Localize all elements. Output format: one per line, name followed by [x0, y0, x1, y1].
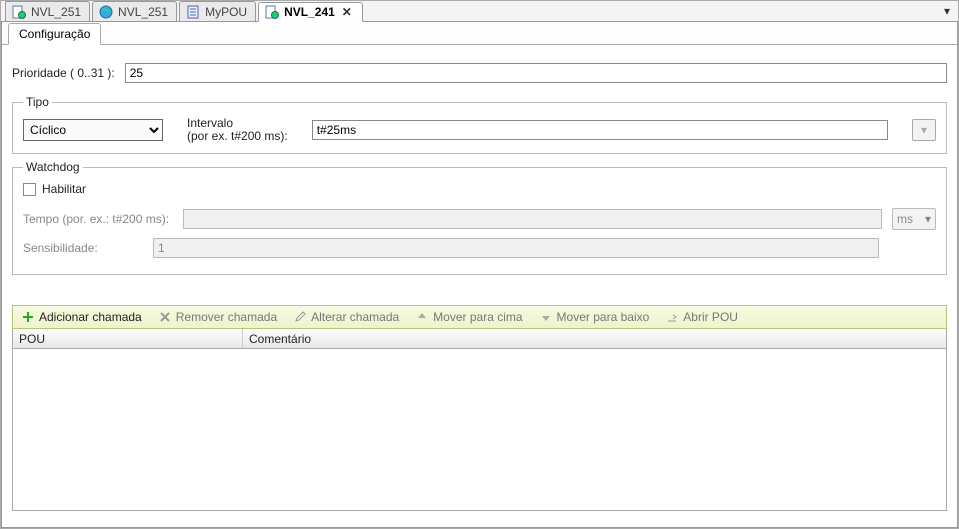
intervalo-label: Intervalo (por ex. t#200 ms):	[187, 117, 288, 143]
watchdog-sens-input	[153, 238, 879, 258]
priority-label: Prioridade ( 0..31 ):	[12, 66, 115, 80]
content-panel: Configuração Prioridade ( 0..31 ): Tipo …	[1, 22, 958, 528]
tab-label: NVL_241	[284, 5, 335, 19]
table-header: POU Comentário	[13, 329, 946, 349]
pou-table: POU Comentário	[12, 329, 947, 511]
chevron-down-icon: ▾	[925, 212, 931, 226]
plus-icon	[21, 310, 35, 324]
column-comentario[interactable]: Comentário	[243, 329, 946, 348]
open-icon	[665, 310, 679, 324]
watchdog-time-input	[183, 209, 882, 229]
watchdog-legend: Watchdog	[23, 160, 83, 174]
column-pou[interactable]: POU	[13, 329, 243, 348]
document-tabbar: NVL_251 NVL_251 MyPOU NVL_241 ✕ ▾	[1, 1, 958, 22]
remove-call-button: Remover chamada	[150, 306, 285, 328]
doc-icon	[12, 5, 26, 19]
config-form: Prioridade ( 0..31 ): Tipo Cíclico Inter…	[2, 45, 957, 527]
struct-icon	[186, 5, 200, 19]
tab-mypou[interactable]: MyPOU	[179, 1, 256, 21]
watchdog-enable-label: Habilitar	[42, 182, 86, 196]
tab-configuracao[interactable]: Configuração	[8, 23, 101, 45]
tab-nvl251-a[interactable]: NVL_251	[5, 1, 90, 21]
tab-nvl251-b[interactable]: NVL_251	[92, 1, 177, 21]
arrow-down-icon	[539, 310, 553, 324]
tab-label: MyPOU	[205, 5, 247, 19]
change-call-button: Alterar chamada	[285, 306, 407, 328]
world-icon	[99, 5, 113, 19]
table-body[interactable]	[13, 349, 946, 510]
add-call-button[interactable]: Adicionar chamada	[13, 306, 150, 328]
arrow-up-icon	[415, 310, 429, 324]
tipo-group: Tipo Cíclico Intervalo (por ex. t#200 ms…	[12, 95, 947, 154]
tipo-legend: Tipo	[23, 95, 52, 109]
tab-label: NVL_251	[31, 5, 81, 19]
watchdog-sens-label: Sensibilidade:	[23, 241, 143, 255]
edit-icon	[293, 310, 307, 324]
move-down-button: Mover para baixo	[531, 306, 658, 328]
x-icon	[158, 310, 172, 324]
tab-nvl241[interactable]: NVL_241 ✕	[258, 2, 363, 22]
close-icon[interactable]: ✕	[340, 5, 354, 19]
priority-input[interactable]	[125, 63, 947, 83]
watchdog-time-label: Tempo (por. ex.: t#200 ms):	[23, 212, 173, 226]
watchdog-time-unit-select: ms ▾	[892, 208, 936, 230]
intervalo-dropdown-button[interactable]: ▾	[912, 119, 936, 141]
tabbar-dropdown-icon[interactable]: ▾	[940, 4, 954, 18]
move-up-button: Mover para cima	[407, 306, 530, 328]
watchdog-enable-checkbox[interactable]	[23, 183, 36, 196]
chevron-down-icon: ▾	[921, 123, 927, 137]
intervalo-input[interactable]	[312, 120, 888, 140]
config-tabbar: Configuração	[2, 22, 957, 45]
subtab-label: Configuração	[19, 27, 90, 41]
tab-label: NVL_251	[118, 5, 168, 19]
pou-toolbar: Adicionar chamada Remover chamada Altera…	[12, 305, 947, 329]
watchdog-group: Watchdog Habilitar Tempo (por. ex.: t#20…	[12, 160, 947, 275]
tipo-select[interactable]: Cíclico	[23, 119, 163, 141]
open-pou-button: Abrir POU	[657, 306, 746, 328]
doc-icon	[265, 5, 279, 19]
